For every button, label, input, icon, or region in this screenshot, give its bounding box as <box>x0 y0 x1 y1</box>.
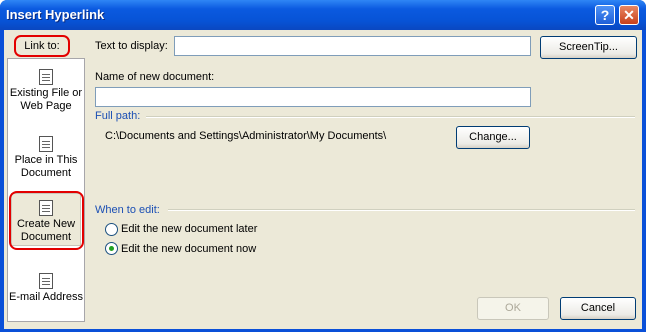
link-to-label: Link to: <box>14 35 70 57</box>
edit-later-label[interactable]: Edit the new document later <box>121 223 257 235</box>
full-path-value: C:\Documents and Settings\Administrator\… <box>105 130 387 142</box>
when-to-edit-divider <box>168 209 635 211</box>
change-button[interactable]: Change... <box>456 126 530 149</box>
full-path-divider <box>146 116 635 118</box>
screentip-button[interactable]: ScreenTip... <box>540 36 637 59</box>
sidebar-item-label: Document <box>20 167 72 179</box>
sidebar-item-email-address[interactable]: E-mail Address <box>8 273 84 304</box>
ok-button[interactable]: OK <box>477 297 549 320</box>
cancel-button[interactable]: Cancel <box>560 297 636 320</box>
help-button[interactable]: ? <box>595 5 615 25</box>
edit-later-radio[interactable] <box>105 223 118 236</box>
text-to-display-label: Text to display: <box>95 40 168 52</box>
sidebar-item-place-in-document[interactable]: Place in This Document <box>8 136 84 180</box>
full-path-label: Full path: <box>95 110 141 122</box>
sidebar-item-existing-file[interactable]: Existing File or Web Page <box>8 69 84 113</box>
when-to-edit-label: When to edit: <box>95 204 160 216</box>
name-of-new-document-label: Name of new document: <box>95 71 215 83</box>
place-in-document-icon <box>39 136 53 152</box>
existing-file-icon <box>39 69 53 85</box>
sidebar-item-label: E-mail Address <box>9 291 83 303</box>
email-address-icon <box>39 273 53 289</box>
edit-now-radio[interactable] <box>105 242 118 255</box>
edit-now-label[interactable]: Edit the new document now <box>121 243 256 255</box>
dialog-title: Insert Hyperlink <box>6 7 105 22</box>
link-to-sidebar: Existing File or Web Page Place in This … <box>7 58 85 322</box>
text-to-display-input[interactable] <box>174 36 531 56</box>
sidebar-item-label: Place in This <box>14 154 78 166</box>
sidebar-item-label: Existing File or <box>9 87 83 99</box>
sidebar-item-label: Web Page <box>20 100 72 112</box>
highlight-outline <box>9 191 84 250</box>
title-bar: Insert Hyperlink ? ✕ <box>0 0 646 30</box>
close-button[interactable]: ✕ <box>619 5 639 25</box>
name-of-new-document-input[interactable] <box>95 87 531 107</box>
